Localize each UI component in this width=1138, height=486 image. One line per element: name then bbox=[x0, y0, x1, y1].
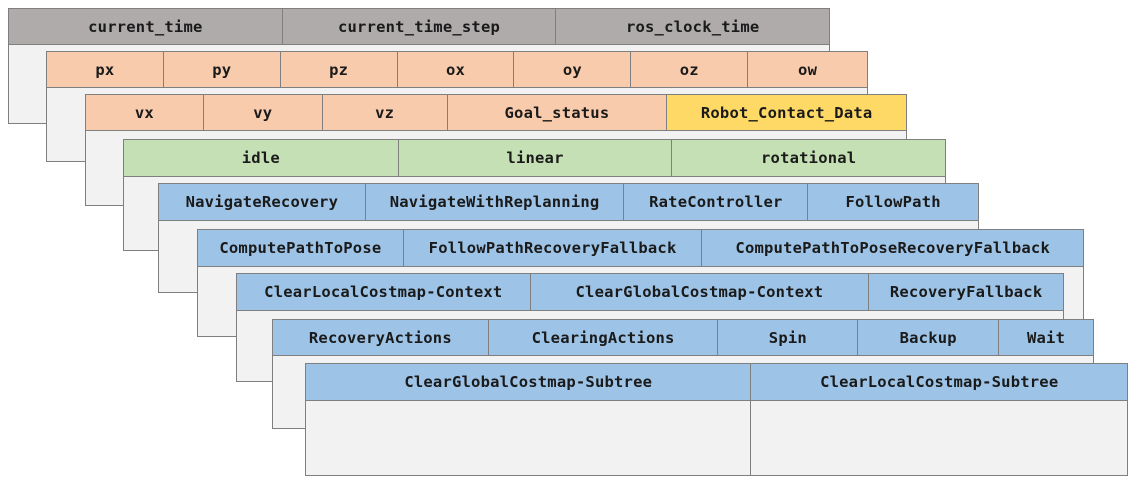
header-cell-compute-path-to-pose: ComputePathToPose bbox=[198, 230, 404, 267]
header-cell-clear-global-costmap-context: ClearGlobalCostmap-Context bbox=[530, 274, 870, 311]
header-cell-rotational: rotational bbox=[672, 140, 947, 177]
layer-2-header: px py pz ox oy oz ow bbox=[46, 51, 869, 88]
header-cell-current-time-step: current_time_step bbox=[282, 9, 557, 45]
header-cell-recovery-fallback: RecoveryFallback bbox=[869, 274, 1064, 311]
layer-7-header: ClearLocalCostmap-Context ClearGlobalCos… bbox=[236, 273, 1064, 311]
header-cell-linear: linear bbox=[398, 140, 673, 177]
header-cell-vz: vz bbox=[322, 95, 448, 131]
header-cell-py: py bbox=[163, 52, 281, 88]
header-cell-ow: ow bbox=[748, 52, 869, 88]
header-cell-pz: pz bbox=[280, 52, 398, 88]
header-cell-follow-path-recovery-fallback: FollowPathRecoveryFallback bbox=[403, 230, 703, 267]
header-cell-oz: oz bbox=[631, 52, 749, 88]
header-cell-navigate-with-replanning: NavigateWithReplanning bbox=[365, 184, 625, 221]
layer-4-header: idle linear rotational bbox=[123, 139, 947, 177]
header-cell-clearing-actions: ClearingActions bbox=[488, 320, 719, 356]
header-cell-recovery-actions: RecoveryActions bbox=[273, 320, 489, 356]
header-cell-current-time: current_time bbox=[9, 9, 283, 45]
header-cell-goal-status: Goal_status bbox=[447, 95, 668, 131]
header-cell-clear-local-costmap-subtree: ClearLocalCostmap-Subtree bbox=[751, 364, 1128, 401]
header-cell-ox: ox bbox=[397, 52, 515, 88]
layer-3-header: vx vy vz Goal_status Robot_Contact_Data bbox=[85, 94, 907, 131]
header-cell-clear-local-costmap-context: ClearLocalCostmap-Context bbox=[237, 274, 531, 311]
header-cell-rate-controller: RateController bbox=[624, 184, 809, 221]
layer-9-header: ClearGlobalCostmap-Subtree ClearLocalCos… bbox=[305, 363, 1128, 401]
header-cell-clear-global-costmap-subtree: ClearGlobalCostmap-Subtree bbox=[306, 364, 752, 401]
layer-9-column-divider bbox=[750, 401, 751, 476]
layer-6-header: ComputePathToPose FollowPathRecoveryFall… bbox=[197, 229, 1084, 267]
header-cell-robot-contact-data: Robot_Contact_Data bbox=[667, 95, 907, 131]
header-cell-vy: vy bbox=[203, 95, 323, 131]
header-cell-spin: Spin bbox=[718, 320, 859, 356]
header-cell-compute-path-to-pose-recovery-fallback: ComputePathToPoseRecoveryFallback bbox=[702, 230, 1084, 267]
layer-8-header: RecoveryActions ClearingActions Spin Bac… bbox=[272, 319, 1094, 356]
header-cell-vx: vx bbox=[86, 95, 204, 131]
layer-5-header: NavigateRecovery NavigateWithReplanning … bbox=[158, 183, 980, 221]
header-cell-oy: oy bbox=[514, 52, 632, 88]
header-cell-ros-clock-time: ros_clock_time bbox=[556, 9, 831, 45]
layer-1-header: current_time current_time_step ros_clock… bbox=[8, 8, 831, 45]
header-cell-follow-path: FollowPath bbox=[808, 184, 980, 221]
header-cell-px: px bbox=[47, 52, 164, 88]
header-cell-idle: idle bbox=[124, 140, 399, 177]
header-cell-navigate-recovery: NavigateRecovery bbox=[159, 184, 366, 221]
header-cell-backup: Backup bbox=[858, 320, 1000, 356]
header-cell-wait: Wait bbox=[999, 320, 1094, 356]
